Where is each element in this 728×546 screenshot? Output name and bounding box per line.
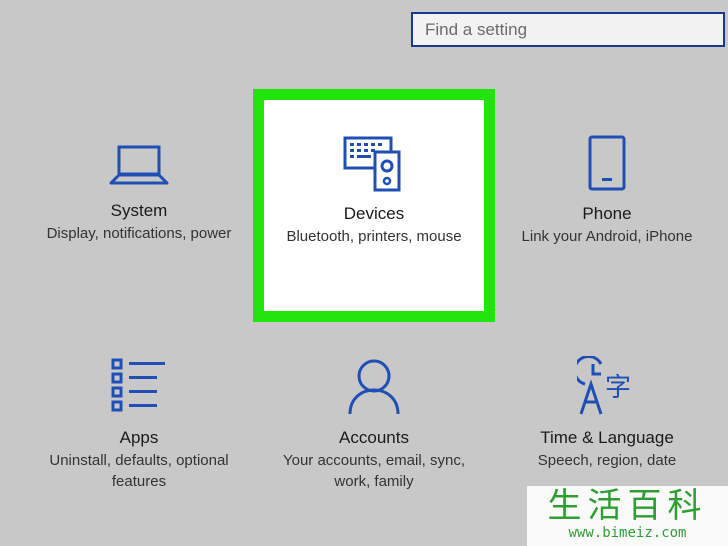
phone-icon — [588, 135, 626, 191]
tile-desc: Display, notifications, power — [46, 225, 232, 242]
tile-desc: Bluetooth, printers, mouse — [286, 228, 462, 245]
tile-title: Devices — [343, 204, 405, 223]
watermark-url: www.bimeiz.com — [568, 525, 687, 541]
laptop-icon — [109, 145, 169, 185]
tile-desc: Your accounts, email, sync, work, family — [282, 452, 466, 490]
tile-phone[interactable]: Phone Link your Android, iPhone — [487, 134, 727, 247]
keyboard-speaker-icon — [343, 136, 401, 192]
tile-title: Accounts — [339, 428, 409, 447]
tile-title: System — [110, 201, 168, 220]
tile-desc: Speech, region, date — [537, 452, 677, 469]
tile-title: Apps — [119, 428, 159, 447]
search-box[interactable] — [411, 12, 725, 47]
tile-accounts[interactable]: Accounts Your accounts, email, sync, wor… — [254, 356, 494, 492]
clock-language-icon: 字 — [577, 356, 631, 415]
tile-time-language[interactable]: 字 Time & Language Speech, region, date — [487, 356, 727, 471]
tile-desc: Link your Android, iPhone — [521, 228, 693, 245]
tile-desc: Uninstall, defaults, optional features — [49, 452, 229, 490]
watermark: 生活百科 www.bimeiz.com — [527, 486, 728, 546]
tile-apps[interactable]: Apps Uninstall, defaults, optional featu… — [19, 356, 259, 492]
tile-devices[interactable]: Devices Bluetooth, printers, mouse — [254, 134, 494, 247]
search-input[interactable] — [413, 14, 723, 45]
apps-list-icon — [111, 358, 165, 412]
svg-text:字: 字 — [605, 373, 631, 403]
person-icon — [348, 359, 400, 415]
tile-system[interactable]: System Display, notifications, power — [19, 137, 259, 244]
watermark-chars: 生活百科 — [547, 486, 708, 526]
tile-title: Time & Language — [540, 428, 674, 447]
tile-title: Phone — [582, 204, 632, 223]
